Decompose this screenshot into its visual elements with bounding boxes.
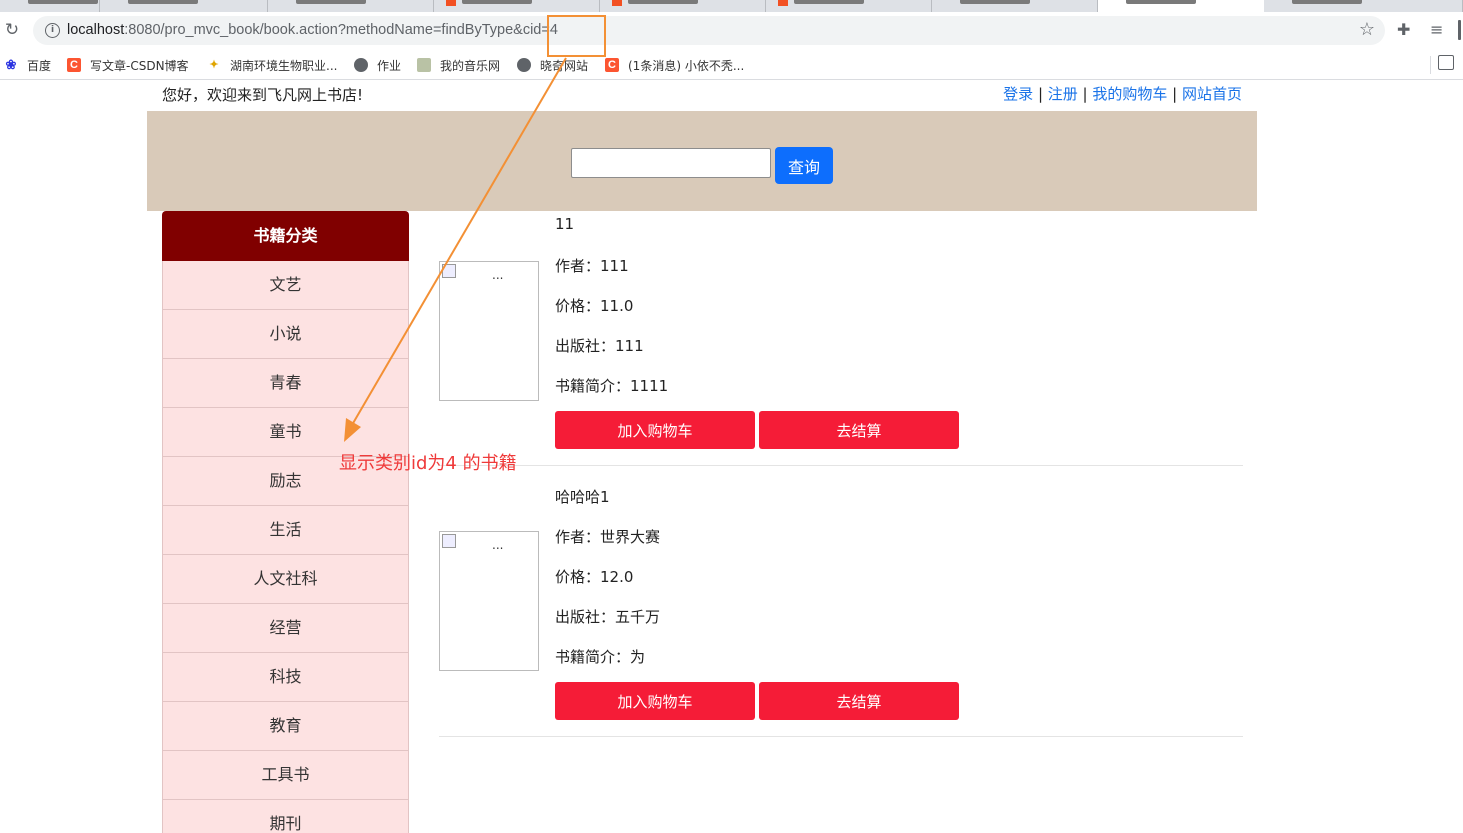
annotation-arrow bbox=[344, 57, 567, 442]
annotation-label: 显示类别id为4 的书籍 bbox=[339, 453, 517, 474]
